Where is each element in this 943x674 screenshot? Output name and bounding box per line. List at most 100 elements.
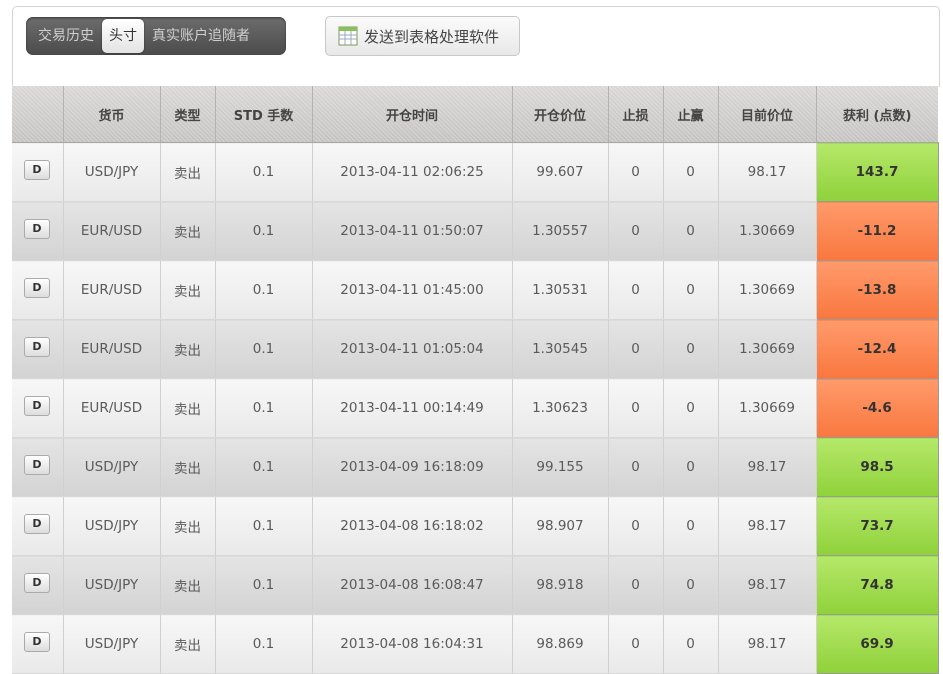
cell-detail: D (12, 142, 64, 202)
cell-take-profit: 0 (663, 378, 719, 438)
cell-stop-loss: 0 (608, 260, 664, 320)
cell-detail: D (12, 378, 64, 438)
detail-button[interactable]: D (24, 219, 50, 239)
cell-open-time: 2013-04-08 16:18:02 (312, 496, 513, 556)
cell-current-price: 98.17 (718, 555, 817, 615)
detail-button[interactable]: D (24, 278, 50, 298)
cell-type: 卖出 (160, 201, 216, 261)
cell-type: 卖出 (160, 496, 216, 556)
cell-type: 卖出 (160, 614, 216, 674)
cell-profit: -4.6 (815, 378, 939, 438)
cell-type: 卖出 (160, 142, 216, 202)
export-to-spreadsheet-button[interactable]: 发送到表格处理软件 (325, 16, 520, 56)
table-header-row: 货币 类型 STD 手数 开仓时间 开仓价位 止损 止赢 目前价位 获利 (点数… (12, 86, 938, 143)
cell-profit: 73.7 (815, 496, 939, 556)
cell-stop-loss: 0 (608, 614, 664, 674)
cell-open-time: 2013-04-11 01:45:00 (312, 260, 513, 320)
cell-currency: USD/JPY (63, 142, 161, 202)
header-open-time[interactable]: 开仓时间 (312, 86, 513, 143)
header-current-price[interactable]: 目前价位 (718, 86, 817, 143)
cell-profit: -12.4 (815, 319, 939, 379)
cell-open-time: 2013-04-08 16:08:47 (312, 555, 513, 615)
cell-currency: EUR/USD (63, 378, 161, 438)
table-row: D EUR/USD 卖出 0.1 2013-04-11 00:14:49 1.30623 0… (12, 378, 939, 438)
detail-button[interactable]: D (24, 337, 50, 357)
cell-type: 卖出 (160, 319, 216, 379)
table-row: D USD/JPY 卖出 0.1 2013-04-11 02:06:25 99.607 0 0… (12, 142, 939, 202)
table-row: D USD/JPY 卖出 0.1 2013-04-08 16:08:47 98.918 0 0… (12, 555, 939, 615)
detail-button[interactable]: D (24, 514, 50, 534)
cell-std-lots: 0.1 (215, 496, 313, 556)
cell-take-profit: 0 (663, 319, 719, 379)
cell-take-profit: 0 (663, 201, 719, 261)
cell-currency: EUR/USD (63, 319, 161, 379)
cell-std-lots: 0.1 (215, 319, 313, 379)
cell-current-price: 98.17 (718, 496, 817, 556)
cell-open-time: 2013-04-09 16:18:09 (312, 437, 513, 497)
detail-button[interactable]: D (24, 632, 50, 652)
cell-currency: EUR/USD (63, 260, 161, 320)
header-profit-pips[interactable]: 获利 (点数) (816, 86, 938, 143)
cell-detail: D (12, 555, 64, 615)
cell-profit: 143.7 (815, 142, 939, 202)
cell-type: 卖出 (160, 555, 216, 615)
cell-open-price: 99.607 (512, 142, 609, 202)
detail-button[interactable]: D (24, 573, 50, 593)
view-tab-group: 交易历史 头寸 真实账户追随者 (26, 17, 286, 55)
cell-current-price: 1.30669 (718, 319, 817, 379)
detail-button[interactable]: D (24, 160, 50, 180)
cell-take-profit: 0 (663, 555, 719, 615)
positions-table-container: 货币 类型 STD 手数 开仓时间 开仓价位 止损 止赢 目前价位 获利 (点数… (12, 86, 939, 674)
cell-currency: USD/JPY (63, 614, 161, 674)
cell-open-time: 2013-04-11 01:50:07 (312, 201, 513, 261)
cell-current-price: 1.30669 (718, 201, 817, 261)
cell-open-time: 2013-04-11 01:05:04 (312, 319, 513, 379)
header-std-lots[interactable]: STD 手数 (215, 86, 313, 143)
cell-profit: 69.9 (815, 614, 939, 674)
cell-currency: EUR/USD (63, 201, 161, 261)
detail-button[interactable]: D (24, 396, 50, 416)
positions-table: 货币 类型 STD 手数 开仓时间 开仓价位 止损 止赢 目前价位 获利 (点数… (12, 86, 939, 674)
detail-button[interactable]: D (24, 455, 50, 475)
cell-stop-loss: 0 (608, 201, 664, 261)
header-currency[interactable]: 货币 (63, 86, 161, 143)
cell-open-price: 1.30557 (512, 201, 609, 261)
cell-take-profit: 0 (663, 437, 719, 497)
cell-profit: -13.8 (815, 260, 939, 320)
cell-open-time: 2013-04-08 16:04:31 (312, 614, 513, 674)
cell-open-price: 99.155 (512, 437, 609, 497)
cell-stop-loss: 0 (608, 142, 664, 202)
table-row: D USD/JPY 卖出 0.1 2013-04-09 16:18:09 99.155 0 0… (12, 437, 939, 497)
cell-detail: D (12, 614, 64, 674)
cell-open-time: 2013-04-11 02:06:25 (312, 142, 513, 202)
cell-detail: D (12, 319, 64, 379)
table-row: D EUR/USD 卖出 0.1 2013-04-11 01:05:04 1.30545 0… (12, 319, 939, 379)
cell-currency: USD/JPY (63, 496, 161, 556)
cell-std-lots: 0.1 (215, 201, 313, 261)
table-row: D USD/JPY 卖出 0.1 2013-04-08 16:18:02 98.907 0 0… (12, 496, 939, 556)
header-type[interactable]: 类型 (160, 86, 216, 143)
cell-std-lots: 0.1 (215, 378, 313, 438)
tab-positions[interactable]: 头寸 (102, 19, 144, 53)
cell-current-price: 98.17 (718, 614, 817, 674)
table-row: D EUR/USD 卖出 0.1 2013-04-11 01:45:00 1.30531 0… (12, 260, 939, 320)
cell-detail: D (12, 437, 64, 497)
cell-type: 卖出 (160, 437, 216, 497)
cell-open-price: 1.30531 (512, 260, 609, 320)
cell-open-price: 98.869 (512, 614, 609, 674)
cell-current-price: 1.30669 (718, 260, 817, 320)
cell-open-price: 1.30545 (512, 319, 609, 379)
header-stop-loss[interactable]: 止损 (608, 86, 664, 143)
cell-stop-loss: 0 (608, 555, 664, 615)
cell-std-lots: 0.1 (215, 437, 313, 497)
cell-type: 卖出 (160, 378, 216, 438)
header-open-price[interactable]: 开仓价位 (512, 86, 609, 143)
cell-stop-loss: 0 (608, 496, 664, 556)
cell-open-price: 98.918 (512, 555, 609, 615)
header-take-profit[interactable]: 止赢 (663, 86, 719, 143)
cell-std-lots: 0.1 (215, 142, 313, 202)
cell-take-profit: 0 (663, 496, 719, 556)
tab-trade-history[interactable]: 交易历史 (30, 19, 102, 53)
tab-live-followers[interactable]: 真实账户追随者 (144, 19, 258, 53)
cell-detail: D (12, 260, 64, 320)
